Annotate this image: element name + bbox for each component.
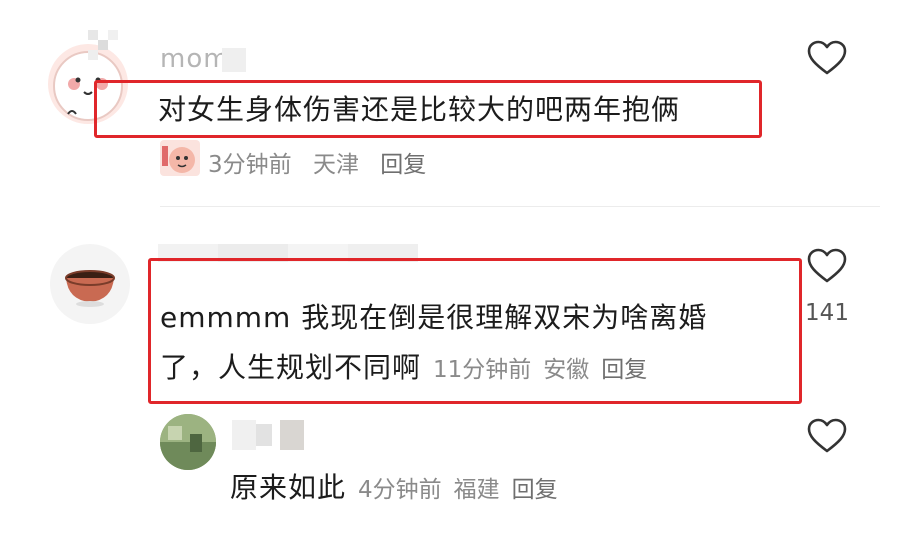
divider [160,206,880,207]
avatar[interactable] [50,244,130,324]
comment-time: 4分钟前 [358,477,442,503]
sticker-face-icon [162,146,195,173]
sticker-icon [160,140,200,176]
username[interactable]: mom [160,44,230,74]
comment-time: 3分钟前 [208,152,292,178]
comment-location: 天津 [312,152,359,178]
avatar-image-icon [160,414,216,470]
comment-text-line2: 了，人生规划不同啊 11分钟前 安徽 回复 [160,346,659,386]
like-button[interactable] [807,418,847,454]
reply-button[interactable]: 回复 [601,357,647,383]
comment-location: 安徽 [543,357,590,383]
like-count: 141 [805,300,849,326]
comment-meta: 3分钟前 天津 回复 [208,145,440,179]
heart-outline-icon [807,418,847,453]
comment-meta: 4分钟前 福建 回复 [358,477,570,503]
comment-location: 福建 [453,477,500,503]
heart-outline-icon [807,248,847,283]
avatar[interactable] [160,414,216,470]
comment-text: 对女生身体伤害还是比较大的吧两年抱俩 [158,93,681,126]
username-blur [232,420,304,450]
reply-button[interactable]: 回复 [380,152,426,178]
like-button[interactable] [807,248,847,284]
like-button[interactable] [807,40,847,76]
bowl-icon [65,270,115,307]
reply-button[interactable]: 回复 [512,477,558,503]
comment-text-content: 原来如此 [230,471,347,504]
comment-text-line2-content: 了，人生规划不同啊 [160,351,422,384]
heart-outline-icon [807,40,847,75]
comment-text: 原来如此 4分钟前 福建 回复 [230,466,570,506]
username-blur [88,30,118,70]
username-blur [222,48,246,72]
comment-time: 11分钟前 [433,357,532,383]
comment-text-line1: emmmm 我现在倒是很理解双宋为啥离婚 [160,301,708,334]
comment-list: mom 对女生身体伤害还是比较大的吧两年抱俩 3分钟前 天津 回复 emmmm … [0,0,900,533]
comment-meta: 11分钟前 安徽 回复 [433,357,659,383]
